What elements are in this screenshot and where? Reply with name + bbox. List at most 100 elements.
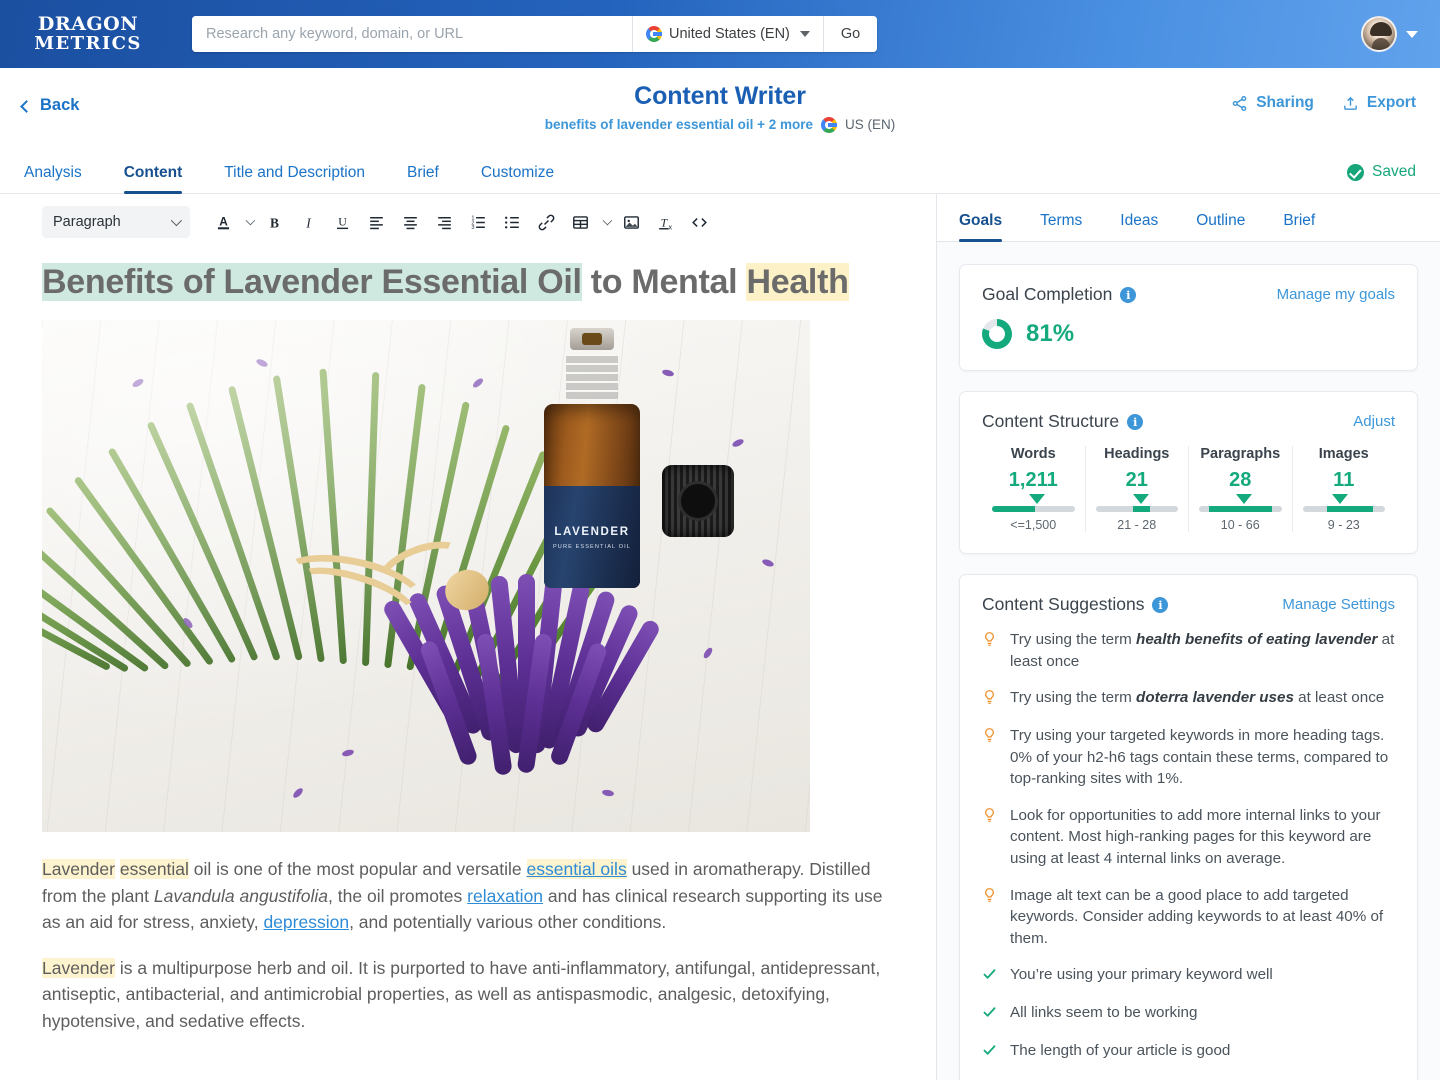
- sharing-button[interactable]: Sharing: [1231, 94, 1314, 112]
- card-title: Content Suggestions i: [982, 594, 1169, 615]
- info-icon[interactable]: i: [1120, 286, 1137, 303]
- tab-label: Brief: [406, 164, 439, 181]
- panel-tab-outline[interactable]: Outline: [1196, 212, 1245, 241]
- metric-range: 9 - 23: [1327, 518, 1360, 532]
- tab-title-and-description[interactable]: Title and Description: [224, 164, 365, 193]
- chevron-down-icon: [245, 215, 255, 226]
- document-body[interactable]: Benefits of Lavender Essential Oil to Me…: [0, 248, 936, 1035]
- panel-tab-ideas[interactable]: Ideas: [1120, 212, 1158, 241]
- manage-settings-link[interactable]: Manage Settings: [1282, 596, 1395, 613]
- title-highlight-yellow: Health: [746, 263, 849, 301]
- panel-tabs: Goals Terms Ideas Outline Brief: [937, 194, 1440, 242]
- info-icon[interactable]: i: [1152, 596, 1169, 613]
- panel-tab-brief[interactable]: Brief: [1283, 212, 1315, 241]
- card-header: Goal Completion i Manage my goals: [982, 284, 1395, 305]
- link-icon: [538, 214, 554, 230]
- bottle-label-main: LAVENDER: [554, 526, 630, 539]
- lightbulb-icon: [985, 690, 994, 705]
- paragraph-1[interactable]: Lavender essential oil is one of the mos…: [42, 856, 904, 936]
- dragon-metrics-logo[interactable]: DRAGON METRICS: [28, 13, 148, 54]
- structure-metrics: Words 1,211 <=1,500 Headings 21 21 - 28 …: [982, 446, 1395, 532]
- tab-label: Goals: [959, 212, 1003, 229]
- logo-line-1: DRAGON: [37, 13, 139, 35]
- export-label: Export: [1366, 94, 1416, 111]
- suggestion-text: Look for opportunities to add more inter…: [1010, 806, 1381, 868]
- metric-range: <=1,500: [1010, 518, 1057, 532]
- adjust-link[interactable]: Adjust: [1353, 413, 1395, 430]
- align-right-button[interactable]: [427, 206, 461, 238]
- metric-marker-icon: [1132, 494, 1149, 504]
- share-icon: [1232, 95, 1247, 111]
- card-header: Content Structure i Adjust: [982, 411, 1395, 432]
- clear-format-button[interactable]: T x: [648, 206, 682, 238]
- logo-line-2: METRICS: [34, 33, 142, 54]
- title-highlight-mint: Benefits of Lavender Essential Oil: [42, 263, 582, 301]
- metric-fill: [992, 506, 1035, 512]
- table-button[interactable]: [563, 206, 597, 238]
- petal: [702, 646, 714, 660]
- saved-label: Saved: [1372, 163, 1416, 180]
- tab-label: Customize: [480, 164, 555, 181]
- go-button[interactable]: Go: [822, 16, 878, 52]
- suggestion-text: All links seem to be working: [1010, 1004, 1198, 1022]
- link-button[interactable]: [529, 206, 563, 238]
- inline-link[interactable]: relaxation: [467, 886, 543, 906]
- panel-tab-terms[interactable]: Terms: [1040, 212, 1082, 241]
- text-color-button[interactable]: A: [206, 206, 240, 238]
- lightbulb-icon: [982, 805, 998, 870]
- metric-value: 11: [1333, 469, 1355, 491]
- back-button[interactable]: Back: [20, 96, 79, 115]
- tab-customize[interactable]: Customize: [481, 164, 554, 193]
- align-right-icon: [437, 216, 451, 229]
- metric-label: Headings: [1104, 446, 1170, 462]
- metric-paragraphs: Paragraphs 28 10 - 66: [1188, 446, 1292, 532]
- bullet-list-button[interactable]: [495, 206, 529, 238]
- code-button[interactable]: [682, 206, 716, 238]
- search-input[interactable]: [192, 16, 632, 52]
- align-left-button[interactable]: [359, 206, 393, 238]
- petal: [181, 616, 195, 630]
- text-segment: is a multipurpose herb and oil. It is pu…: [42, 957, 881, 1032]
- chevron-down-icon: [170, 214, 183, 227]
- country-selector[interactable]: United States (EN): [632, 16, 823, 52]
- suggestion-term: doterra lavender uses: [1136, 689, 1294, 707]
- align-center-button[interactable]: [393, 206, 427, 238]
- chevron-down-icon: [1406, 30, 1418, 38]
- italic-button[interactable]: I: [291, 206, 325, 238]
- subtitle-keywords[interactable]: benefits of lavender essential oil + 2 m…: [545, 117, 813, 132]
- underline-button[interactable]: U: [325, 206, 359, 238]
- svg-text:A: A: [219, 214, 228, 228]
- manage-my-goals-link[interactable]: Manage my goals: [1277, 286, 1395, 303]
- table-dropdown[interactable]: [597, 206, 614, 238]
- text-color-dropdown[interactable]: [240, 206, 257, 238]
- tab-analysis[interactable]: Analysis: [24, 164, 82, 193]
- article-image[interactable]: LAVENDER PURE ESSENTIAL OIL: [42, 320, 810, 833]
- metric-images: Images 11 9 - 23: [1291, 446, 1396, 532]
- svg-text:B: B: [270, 215, 279, 230]
- tab-label: Ideas: [1120, 212, 1159, 229]
- ordered-list-button[interactable]: 1 2 3: [461, 206, 495, 238]
- content-structure-card: Content Structure i Adjust Words 1,211 <…: [959, 391, 1418, 554]
- check-icon: [983, 1007, 996, 1018]
- lightbulb-icon: [982, 725, 998, 790]
- tab-brief[interactable]: Brief: [407, 164, 439, 193]
- metric-headings: Headings 21 21 - 28: [1084, 446, 1189, 532]
- paragraph-2[interactable]: Lavender is a multipurpose herb and oil.…: [42, 955, 904, 1035]
- document-title[interactable]: Benefits of Lavender Essential Oil to Me…: [42, 262, 849, 302]
- metric-label: Images: [1318, 446, 1369, 462]
- suggestion-text: The length of your article is good: [1010, 1042, 1231, 1060]
- panel-tab-goals[interactable]: Goals: [959, 212, 1003, 242]
- inline-link[interactable]: essential oils: [526, 859, 627, 880]
- inline-link[interactable]: depression: [263, 912, 349, 932]
- info-icon[interactable]: i: [1127, 413, 1144, 430]
- account-menu[interactable]: [1361, 16, 1418, 52]
- tab-content[interactable]: Content: [123, 164, 182, 194]
- image-button[interactable]: [614, 206, 648, 238]
- petal: [255, 357, 269, 369]
- export-button[interactable]: Export: [1342, 94, 1416, 112]
- bold-button[interactable]: B: [257, 206, 291, 238]
- check-circle-icon: [1347, 163, 1365, 181]
- bullet-list-icon: [504, 216, 519, 228]
- header-actions: Sharing Export: [1231, 94, 1416, 112]
- block-format-select[interactable]: Paragraph: [42, 206, 190, 238]
